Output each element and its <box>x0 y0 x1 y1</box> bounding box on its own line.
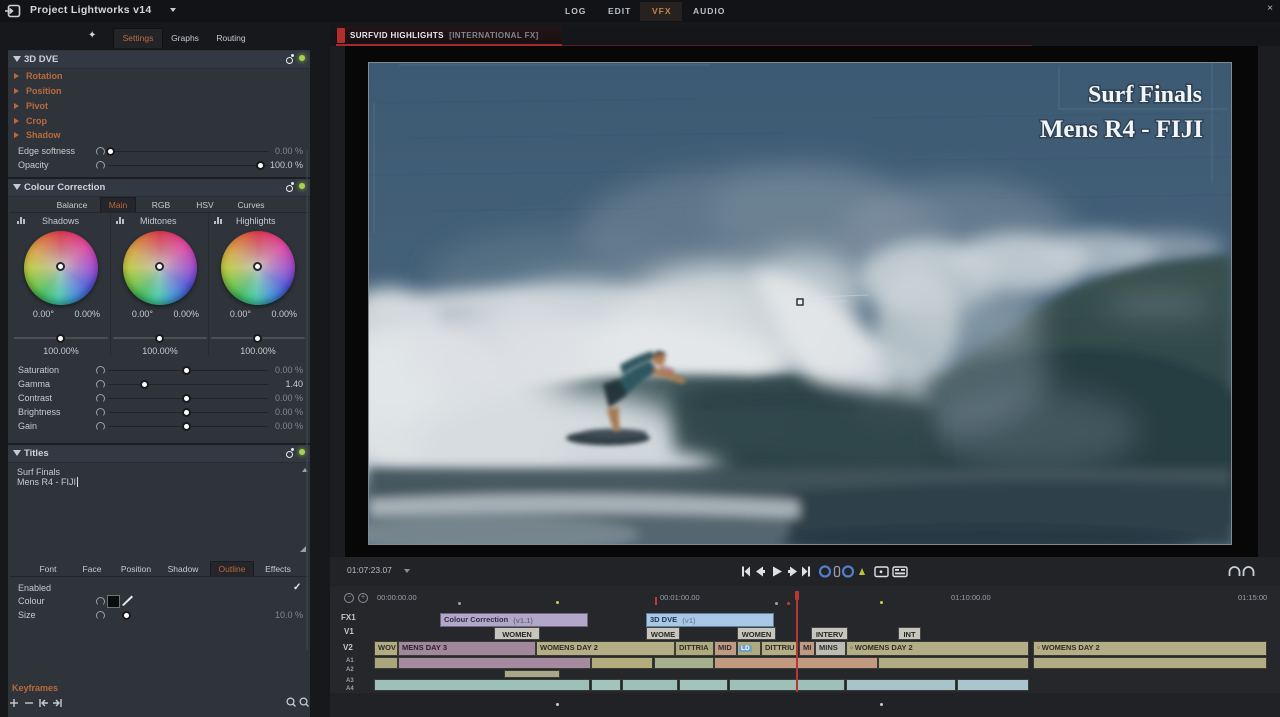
svg-text:Mens R4 - FIJI: Mens R4 - FIJI <box>1040 116 1203 143</box>
svg-text:Surf Finals: Surf Finals <box>1088 82 1202 108</box>
